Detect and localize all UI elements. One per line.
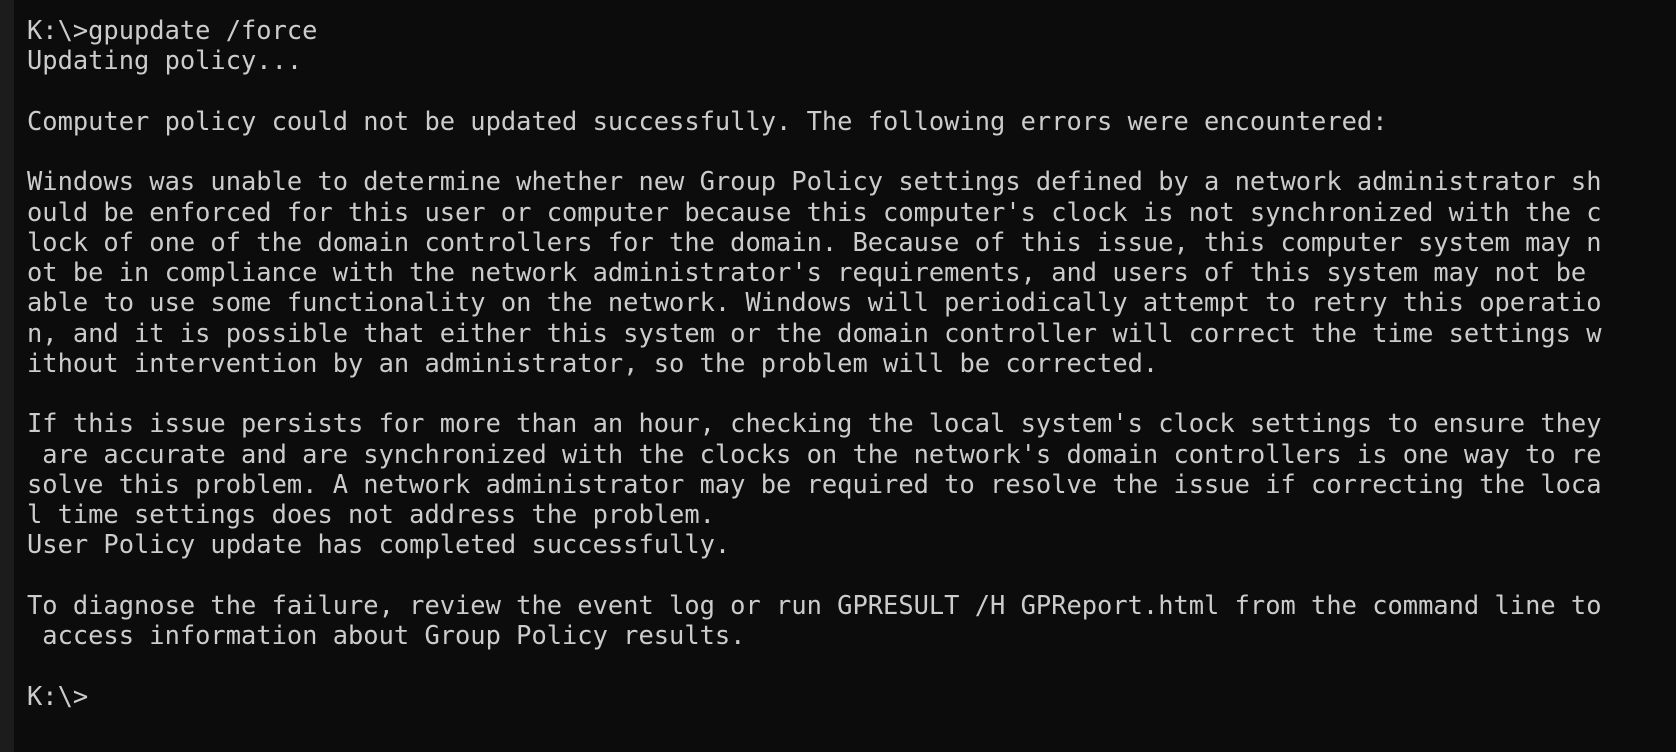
terminal-line: ot be in compliance with the network adm… — [27, 257, 1587, 287]
terminal-line: ithout intervention by an administrator,… — [27, 347, 1159, 378]
window-left-edge — [0, 0, 14, 752]
terminal-line: Updating policy... — [27, 45, 303, 76]
terminal-line: Computer policy could not be updated suc… — [27, 105, 1388, 136]
terminal-line: K:\> — [27, 680, 89, 711]
terminal-line: lock of one of the domain controllers fo… — [27, 226, 1602, 257]
terminal-line: are accurate and are synchronized with t… — [27, 438, 1602, 469]
terminal-line: To diagnose the failure, review the even… — [27, 589, 1602, 620]
terminal-line: l time settings does not address the pro… — [27, 499, 715, 529]
terminal-line: ould be enforced for this user or comput… — [27, 196, 1602, 227]
terminal-line: solve this problem. A network administra… — [27, 468, 1602, 499]
terminal-window[interactable]: K:\>gpupdate /force Updating policy... Com… — [0, 0, 1676, 752]
terminal-line: User Policy update has completed success… — [27, 529, 731, 560]
terminal-line: access information about Group Policy re… — [27, 620, 746, 650]
terminal-output[interactable]: K:\>gpupdate /force Updating policy... Com… — [27, 15, 1667, 711]
terminal-line: Windows was unable to determine whether … — [27, 166, 1602, 197]
terminal-line: n, and it is possible that either this s… — [27, 317, 1602, 348]
terminal-line: K:\>gpupdate /force — [27, 15, 318, 45]
terminal-line: able to use some functionality on the ne… — [27, 287, 1602, 318]
terminal-line: If this issue persists for more than an … — [27, 408, 1602, 439]
